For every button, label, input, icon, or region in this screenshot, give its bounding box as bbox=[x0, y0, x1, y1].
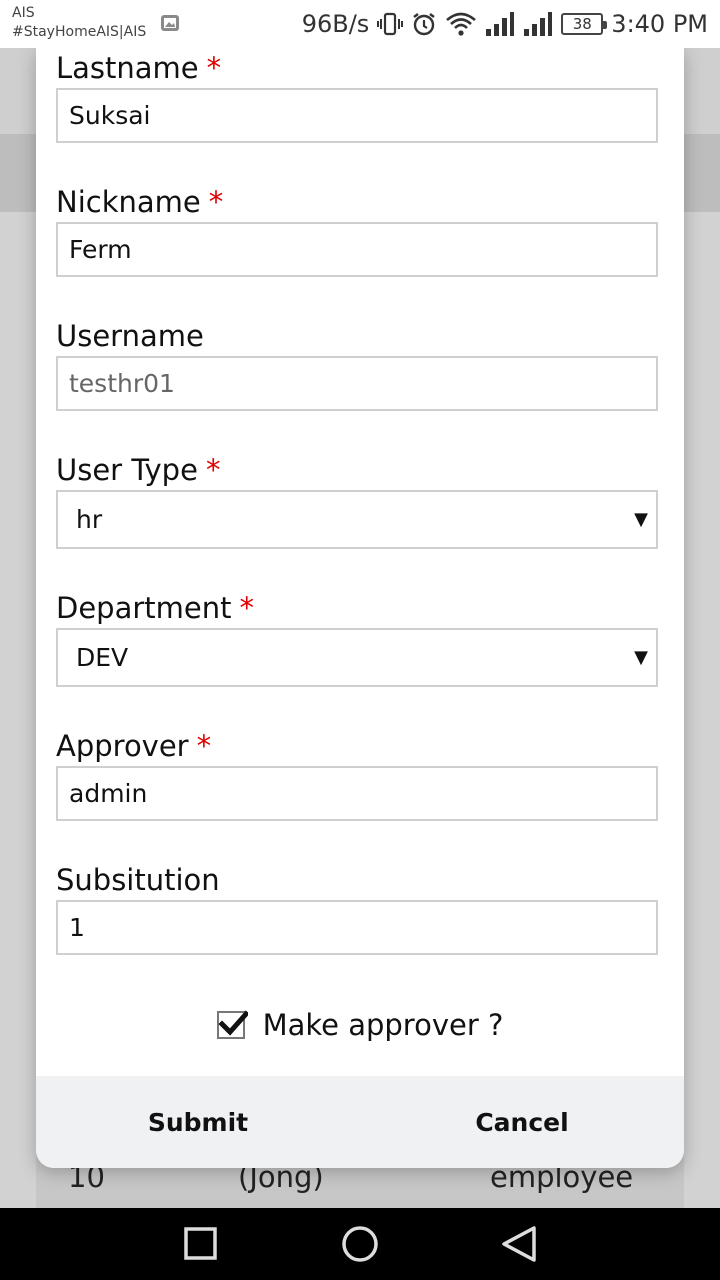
battery-level: 38 bbox=[572, 14, 592, 33]
lastname-field-group: Lastname * Suksai bbox=[56, 50, 658, 143]
required-mark: * bbox=[239, 591, 255, 625]
username-input[interactable]: testhr01 bbox=[56, 356, 658, 411]
alarm-icon bbox=[413, 13, 436, 36]
approver-field-group: Approver * admin bbox=[56, 728, 658, 821]
checkmark-icon bbox=[218, 1010, 248, 1036]
dialog-footer: Submit Cancel bbox=[36, 1076, 684, 1168]
username-field-group: Username testhr01 bbox=[56, 318, 658, 411]
make-approver-label: Make approver ? bbox=[262, 1008, 504, 1042]
approver-input[interactable]: admin bbox=[56, 766, 658, 821]
network-speed: 96B/s bbox=[301, 10, 370, 38]
navigation-bar bbox=[0, 1208, 720, 1280]
submit-button[interactable]: Submit bbox=[36, 1076, 360, 1168]
user-type-label: User Type * bbox=[56, 453, 221, 487]
carrier-name: AIS bbox=[12, 5, 35, 21]
vibrate-icon bbox=[377, 12, 404, 36]
department-field-group: Department * DEV ▼ bbox=[56, 590, 658, 687]
nickname-label: Nickname * bbox=[56, 185, 224, 219]
required-mark: * bbox=[206, 51, 222, 85]
user-type-select[interactable]: hr ▼ bbox=[56, 490, 658, 549]
signal-icon bbox=[524, 12, 553, 36]
lastname-input[interactable]: Suksai bbox=[56, 88, 658, 143]
recent-apps-icon[interactable] bbox=[184, 1225, 218, 1263]
home-icon[interactable] bbox=[341, 1225, 379, 1263]
dropdown-caret-icon: ▼ bbox=[634, 509, 648, 530]
clock: 3:40 PM bbox=[611, 10, 708, 38]
required-mark: * bbox=[208, 185, 224, 219]
back-icon[interactable] bbox=[500, 1225, 538, 1263]
substitution-field-group: Subsitution 1 bbox=[56, 862, 658, 955]
required-mark: * bbox=[196, 729, 212, 763]
username-label: Username bbox=[56, 319, 204, 353]
carrier-tag: #StayHomeAIS|AIS bbox=[12, 24, 147, 40]
dropdown-caret-icon: ▼ bbox=[634, 647, 648, 668]
make-approver-row: Make approver ? bbox=[36, 1003, 684, 1047]
lastname-label: Lastname * bbox=[56, 51, 222, 85]
substitution-label: Subsitution bbox=[56, 863, 220, 897]
status-bar: AIS #StayHomeAIS|AIS 96B/s 38 3:40 PM bbox=[0, 0, 720, 48]
substitution-input[interactable]: 1 bbox=[56, 900, 658, 955]
make-approver-checkbox[interactable] bbox=[216, 1010, 248, 1039]
signal-icon bbox=[486, 12, 515, 36]
user-type-field-group: User Type * hr ▼ bbox=[56, 452, 658, 549]
wifi-icon bbox=[446, 12, 477, 36]
cancel-button[interactable]: Cancel bbox=[360, 1076, 684, 1168]
carrier-info: AIS #StayHomeAIS|AIS bbox=[12, 4, 146, 42]
battery-icon: 38 bbox=[561, 13, 608, 35]
approver-label: Approver * bbox=[56, 729, 212, 763]
image-icon bbox=[161, 15, 179, 31]
nickname-field-group: Nickname * Ferm bbox=[56, 184, 658, 277]
department-select[interactable]: DEV ▼ bbox=[56, 628, 658, 687]
department-label: Department * bbox=[56, 591, 255, 625]
nickname-input[interactable]: Ferm bbox=[56, 222, 658, 277]
edit-user-dialog: Lastname * Suksai Nickname * Ferm Username… bbox=[36, 48, 684, 1168]
required-mark: * bbox=[205, 453, 221, 487]
status-icons: 96B/s 38 3:40 PM bbox=[302, 0, 708, 48]
